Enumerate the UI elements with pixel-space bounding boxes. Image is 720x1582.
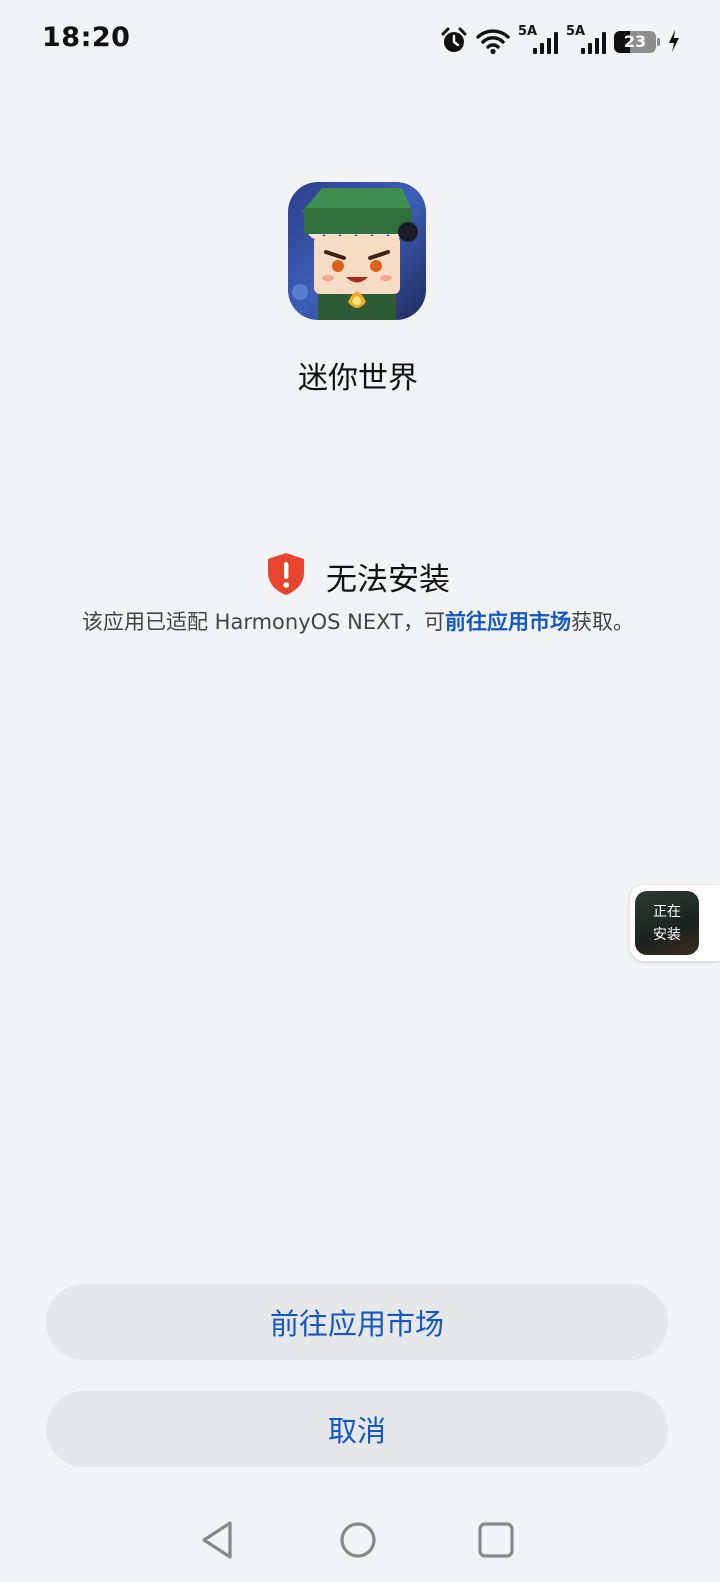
shield-alert-icon — [266, 552, 306, 600]
status-icons: 5A 5A 23 — [440, 24, 680, 56]
signal-icon: 5A — [518, 24, 558, 56]
app-name: 迷你世界 — [298, 361, 418, 396]
warning-desc-suffix: 获取。 — [571, 610, 634, 634]
installing-line-2: 安装 — [653, 927, 681, 943]
recent-apps-icon[interactable] — [476, 1520, 516, 1564]
charging-icon — [668, 29, 680, 53]
status-bar: 18:20 5A 5A 23 — [0, 0, 720, 80]
back-icon[interactable] — [196, 1518, 240, 1566]
warning-description: 该应用已适配 HarmonyOS NEXT，可前往应用市场获取。 — [0, 606, 716, 636]
alarm-icon — [440, 27, 468, 55]
mini-world-app-icon — [288, 182, 426, 320]
wifi-icon — [476, 27, 510, 55]
installing-line-1: 正在 — [653, 904, 681, 920]
cancel-button[interactable]: 取消 — [46, 1391, 668, 1467]
home-icon[interactable] — [336, 1518, 380, 1566]
warning-title: 无法安装 — [326, 561, 450, 598]
status-time: 18:20 — [42, 22, 131, 53]
install-blocked-screen: 18:20 5A 5A 23 迷你世界 无法安装 该应用已适配 HarmonyO… — [0, 0, 720, 1582]
battery-icon: 23 — [614, 29, 660, 53]
installing-status-label: 正在 安装 — [635, 891, 699, 955]
battery-level: 23 — [623, 32, 647, 51]
warning-header: 无法安装 — [0, 550, 716, 602]
warning-desc-prefix: 该应用已适配 HarmonyOS NEXT，可 — [82, 610, 445, 634]
go-to-app-market-button[interactable]: 前往应用市场 — [46, 1284, 668, 1360]
app-icon — [288, 182, 426, 320]
navigation-bar — [0, 1500, 720, 1582]
app-market-link[interactable]: 前往应用市场 — [445, 610, 571, 634]
signal-icon: 5A — [566, 24, 606, 56]
floating-install-widget[interactable]: 正在 安装 — [630, 885, 720, 961]
